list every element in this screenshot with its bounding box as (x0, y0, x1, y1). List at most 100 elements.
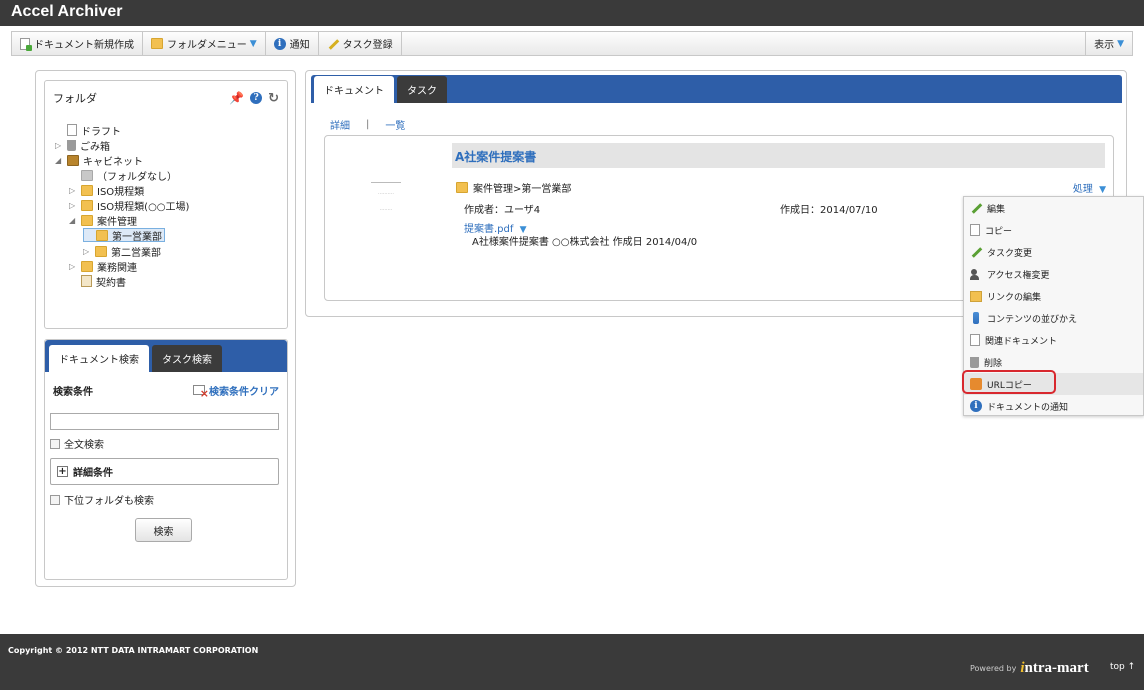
menu-item-notify-document[interactable]: i ドキュメントの通知 (964, 395, 1143, 417)
task-register-label: タスク登録 (342, 40, 393, 51)
tree-item-projects[interactable]: ◢ 案件管理 (69, 213, 137, 228)
view-links: 詳細 | 一覧 (330, 117, 406, 132)
subfolder-checkbox[interactable] (50, 494, 60, 505)
list-link[interactable]: 一覧 (385, 117, 405, 132)
folder-icon (95, 245, 107, 257)
search-tabs: ドキュメント検索 タスク検索 (45, 340, 287, 372)
chevron-down-icon: ▼ (1099, 185, 1106, 195)
folder-icon (456, 182, 468, 193)
folder-icon (151, 38, 163, 49)
folder-icon (81, 169, 93, 181)
detail-conditions-toggle[interactable]: + 詳細条件 (50, 458, 279, 485)
folder-panel-header: フォルダ 📌 ? ↻ (45, 81, 287, 115)
tree-item-sales1[interactable]: 第一営業部 (83, 228, 165, 243)
chevron-down-icon: ▼ (249, 38, 257, 49)
folder-menu-label: フォルダメニュー (167, 40, 247, 51)
pencil-icon (327, 38, 339, 50)
tree-item-sales2[interactable]: ▷ 第二営業部 (83, 244, 161, 259)
folder-icon (81, 199, 93, 211)
folder-icon (81, 260, 93, 272)
subfolder-checkbox-row[interactable]: 下位フォルダも検索 (50, 492, 154, 507)
tree-item-business[interactable]: ▷ 業務関連 (69, 259, 137, 274)
action-menu-button[interactable]: 処理 ▼ (1073, 180, 1106, 195)
pin-icon[interactable]: 📌 (229, 91, 244, 105)
search-condition-label: 検索条件 (53, 386, 93, 398)
sort-icon (973, 312, 979, 324)
folder-panel-title: フォルダ (53, 92, 97, 105)
contract-icon (81, 275, 92, 287)
tree-item-trash[interactable]: ▷ ごみ箱 (55, 138, 110, 153)
main-tabs: ドキュメント タスク (311, 75, 1122, 103)
powered-by: Powered by intra-mart (970, 660, 1089, 676)
menu-item-copy[interactable]: コピー (964, 219, 1143, 241)
document-thumbnail[interactable]: ·········· ········ (341, 170, 431, 230)
brand-logo: intra-mart (1020, 660, 1089, 676)
new-document-button[interactable]: ドキュメント新規作成 (12, 32, 143, 55)
menu-item-sort-contents[interactable]: コンテンツの並びかえ (964, 307, 1143, 329)
tab-task-search[interactable]: タスク検索 (152, 345, 222, 372)
expand-icon[interactable]: ▷ (69, 186, 81, 195)
menu-item-edit[interactable]: 編集 (964, 197, 1143, 219)
new-document-icon (20, 37, 32, 51)
tab-task[interactable]: タスク (397, 76, 447, 103)
expand-icon[interactable]: ▷ (55, 141, 67, 150)
fulltext-checkbox[interactable] (50, 438, 60, 449)
cabinet-icon (67, 154, 79, 166)
detail-link[interactable]: 詳細 (330, 117, 350, 132)
folder-icon (96, 229, 108, 241)
clear-condition-link[interactable]: 検索条件クリア (193, 383, 279, 400)
copyright-text: Copyright © 2012 NTT DATA INTRAMART CORP… (8, 646, 259, 655)
document-meta: 作成者：ユーザ4 作成日：2014/07/10 (464, 201, 984, 216)
search-button[interactable]: 検索 (135, 518, 192, 542)
document-path-row: 案件管理>第一営業部 処理 ▼ (456, 180, 1106, 195)
document-created-date: 作成日：2014/07/10 (780, 205, 878, 216)
toolbar: ドキュメント新規作成 フォルダメニュー ▼ i 通知 タスク登録 表示 ▼ (11, 31, 1133, 56)
draft-icon (67, 124, 77, 136)
pencil-icon (970, 202, 982, 214)
view-menu-button[interactable]: 表示 ▼ (1085, 32, 1132, 55)
menu-item-access-rights[interactable]: アクセス権変更 (964, 263, 1143, 285)
related-doc-icon (970, 334, 980, 346)
menu-item-edit-links[interactable]: リンクの編集 (964, 285, 1143, 307)
tree-item-iso[interactable]: ▷ ISO規程類 (69, 183, 144, 198)
plus-icon: + (57, 466, 68, 477)
search-condition-row: 検索条件 検索条件クリア (45, 372, 287, 408)
expand-icon[interactable]: ▷ (69, 262, 81, 271)
clear-icon (193, 385, 209, 400)
fulltext-checkbox-row[interactable]: 全文検索 (50, 436, 104, 451)
menu-item-task-change[interactable]: タスク変更 (964, 241, 1143, 263)
document-path: 案件管理>第一営業部 (473, 184, 572, 195)
collapse-icon[interactable]: ◢ (55, 156, 67, 165)
expand-icon[interactable]: ▷ (83, 247, 95, 256)
tree-item-draft[interactable]: ドラフト (55, 123, 121, 138)
copy-icon (970, 224, 980, 236)
collapse-icon[interactable]: ◢ (69, 216, 81, 225)
folder-panel: フォルダ 📌 ? ↻ ドラフト ▷ ごみ箱 ◢ キャビネット （フォルダなし） (44, 80, 288, 329)
task-register-button[interactable]: タスク登録 (319, 32, 402, 55)
document-creator: 作成者：ユーザ4 (464, 205, 541, 216)
menu-item-related-docs[interactable]: 関連ドキュメント (964, 329, 1143, 351)
expand-icon[interactable]: ▷ (69, 201, 81, 210)
search-input[interactable] (50, 413, 279, 430)
tree-item-contract[interactable]: 契約書 (69, 274, 126, 289)
notify-button[interactable]: i 通知 (266, 32, 319, 55)
help-icon[interactable]: ? (250, 92, 263, 104)
back-to-top-link[interactable]: top ↑ (1110, 662, 1135, 672)
trash-icon (970, 356, 979, 368)
users-icon (970, 268, 982, 280)
document-title[interactable]: A社案件提案書 (452, 143, 1105, 168)
left-panel: フォルダ 📌 ? ↻ ドラフト ▷ ごみ箱 ◢ キャビネット （フォルダなし） (35, 70, 296, 587)
tab-document[interactable]: ドキュメント (314, 76, 394, 103)
search-panel: ドキュメント検索 タスク検索 検索条件 検索条件クリア 全文検索 + 詳細条件 … (44, 339, 288, 580)
tree-item-cabinet[interactable]: ◢ キャビネット (55, 153, 143, 168)
tab-document-search[interactable]: ドキュメント検索 (49, 345, 149, 372)
app-title: Accel Archiver (0, 0, 1144, 26)
folder-icon (81, 214, 93, 226)
notify-label: 通知 (289, 40, 310, 51)
tree-item-iso-factory[interactable]: ▷ ISO規程類(○○工場) (69, 198, 189, 213)
tree-item-no-folder[interactable]: （フォルダなし） (69, 168, 177, 183)
info-icon: i (970, 400, 982, 412)
refresh-icon[interactable]: ↻ (268, 91, 279, 106)
folder-menu-button[interactable]: フォルダメニュー ▼ (143, 32, 266, 55)
info-icon: i (273, 37, 286, 50)
